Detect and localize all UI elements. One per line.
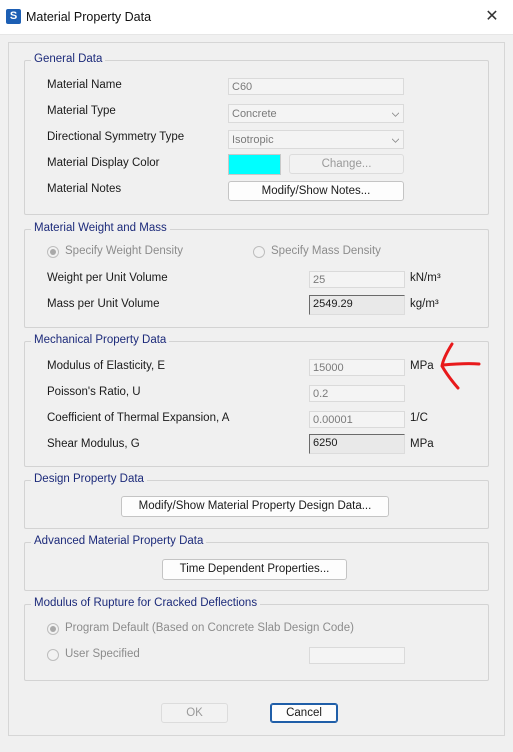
ok-button[interactable]: OK bbox=[161, 703, 228, 723]
display-color-swatch bbox=[228, 154, 281, 175]
design-property-group: Design Property Data Modify/Show Materia… bbox=[24, 473, 489, 529]
general-data-title: General Data bbox=[31, 53, 106, 65]
modify-notes-button[interactable]: Modify/Show Notes... bbox=[228, 181, 404, 201]
general-data-group: General Data Material Name C60 Material … bbox=[24, 53, 489, 215]
advanced-property-title: Advanced Material Property Data bbox=[31, 535, 207, 547]
material-type-label: Material Type bbox=[47, 105, 116, 117]
directional-symmetry-label: Directional Symmetry Type bbox=[47, 131, 185, 143]
window-title: Material Property Data bbox=[26, 10, 152, 24]
title-bar: S Material Property Data ✕ bbox=[0, 0, 513, 35]
rupture-modulus-group: Modulus of Rupture for Cracked Deflectio… bbox=[24, 597, 489, 681]
annotation-arrow-icon bbox=[440, 342, 481, 390]
cancel-button[interactable]: Cancel bbox=[270, 703, 338, 723]
directional-symmetry-value: Isotropic bbox=[232, 134, 274, 146]
material-type-select[interactable]: Concrete bbox=[228, 104, 404, 123]
mass-density-label: Specify Mass Density bbox=[271, 245, 381, 257]
mass-unit: kg/m³ bbox=[410, 298, 439, 310]
weight-density-radio[interactable] bbox=[47, 246, 59, 258]
program-default-label: Program Default (Based on Concrete Slab … bbox=[65, 622, 354, 634]
program-default-radio[interactable] bbox=[47, 623, 59, 635]
user-specified-label: User Specified bbox=[65, 648, 140, 660]
poisson-ratio-input[interactable]: 0.2 bbox=[309, 385, 405, 402]
advanced-property-group: Advanced Material Property Data Time Dep… bbox=[24, 535, 489, 591]
display-color-label: Material Display Color bbox=[47, 157, 160, 169]
shear-modulus-input[interactable]: 6250 bbox=[309, 434, 405, 454]
mass-per-volume-label: Mass per Unit Volume bbox=[47, 298, 160, 310]
mechanical-property-title: Mechanical Property Data bbox=[31, 334, 170, 346]
design-property-title: Design Property Data bbox=[31, 473, 147, 485]
directional-symmetry-select[interactable]: Isotropic bbox=[228, 130, 404, 149]
close-icon[interactable]: ✕ bbox=[479, 4, 505, 30]
mass-density-radio[interactable] bbox=[253, 246, 265, 258]
modify-design-data-button[interactable]: Modify/Show Material Property Design Dat… bbox=[121, 496, 389, 517]
dialog-body: General Data Material Name C60 Material … bbox=[8, 42, 505, 736]
chevron-down-icon bbox=[392, 138, 399, 143]
material-notes-label: Material Notes bbox=[47, 183, 122, 195]
rupture-modulus-title: Modulus of Rupture for Cracked Deflectio… bbox=[31, 597, 261, 609]
modulus-elasticity-input[interactable]: 15000 bbox=[309, 359, 405, 376]
app-icon: S bbox=[6, 9, 21, 24]
thermal-expansion-input[interactable]: 0.00001 bbox=[309, 411, 405, 428]
shear-unit: MPa bbox=[410, 438, 434, 450]
thermal-expansion-label: Coefficient of Thermal Expansion, A bbox=[47, 412, 230, 424]
weight-unit: kN/m³ bbox=[410, 272, 441, 284]
chevron-down-icon bbox=[392, 112, 399, 117]
user-specified-radio[interactable] bbox=[47, 649, 59, 661]
weight-mass-title: Material Weight and Mass bbox=[31, 222, 170, 234]
modulus-unit: MPa bbox=[410, 360, 434, 372]
modulus-elasticity-label: Modulus of Elasticity, E bbox=[47, 360, 166, 372]
mass-per-volume-input[interactable]: 2549.29 bbox=[309, 295, 405, 315]
weight-per-volume-label: Weight per Unit Volume bbox=[47, 272, 168, 284]
time-dependent-button[interactable]: Time Dependent Properties... bbox=[162, 559, 347, 580]
mechanical-property-group: Mechanical Property Data Modulus of Elas… bbox=[24, 334, 489, 467]
change-color-button[interactable]: Change... bbox=[289, 154, 404, 174]
material-name-label: Material Name bbox=[47, 79, 122, 91]
thermal-unit: 1/C bbox=[410, 412, 428, 424]
shear-modulus-label: Shear Modulus, G bbox=[47, 438, 140, 450]
weight-density-label: Specify Weight Density bbox=[65, 245, 184, 257]
material-name-input[interactable]: C60 bbox=[228, 78, 404, 95]
material-type-value: Concrete bbox=[232, 108, 277, 120]
weight-per-volume-input[interactable]: 25 bbox=[309, 271, 405, 288]
weight-mass-group: Material Weight and Mass Specify Weight … bbox=[24, 222, 489, 328]
user-specified-input[interactable] bbox=[309, 647, 405, 664]
poisson-ratio-label: Poisson's Ratio, U bbox=[47, 386, 141, 398]
